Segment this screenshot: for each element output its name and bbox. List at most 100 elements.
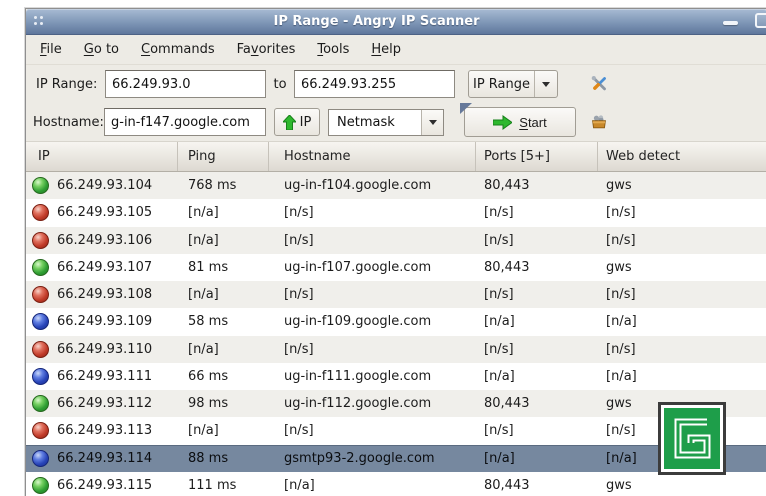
webdetect-cell: [n/s] [598, 205, 766, 220]
menu-item-tools[interactable]: Tools [309, 38, 357, 61]
table-row[interactable]: 66.249.93.114 88 ms gsmtp93-2.google.com… [26, 445, 766, 472]
webdetect-cell: [n/a] [598, 314, 766, 329]
webdetect-cell: gws [598, 260, 766, 275]
status-icon [32, 232, 49, 249]
ip-cell: 66.249.93.115 [57, 478, 152, 493]
webdetect-cell: [n/s] [598, 233, 766, 248]
start-arrow-icon [493, 115, 512, 130]
ports-cell: [n/s] [476, 342, 598, 357]
hostname-cell: gsmtp93-2.google.com [269, 451, 476, 466]
table-row[interactable]: 66.249.93.115 111 ms [n/a] 80,443 gws [26, 472, 766, 496]
status-icon [32, 422, 49, 439]
hostname-cell: [n/a] [269, 478, 476, 493]
hostname-cell: ug-in-f111.google.com [269, 369, 476, 384]
table-row[interactable]: 66.249.93.110 [n/a] [n/s] [n/s] [n/s] [26, 336, 766, 363]
ports-cell: [n/s] [476, 233, 598, 248]
status-icon [32, 341, 49, 358]
up-arrow-icon [283, 115, 296, 130]
status-icon [32, 368, 49, 385]
ping-cell: [n/a] [178, 205, 269, 220]
ip-cell: 66.249.93.114 [57, 451, 152, 466]
table-row[interactable]: 66.249.93.113 [n/a] [n/s] [n/s] [n/s] [26, 417, 766, 444]
table-row[interactable]: 66.249.93.107 81 ms ug-in-f107.google.co… [26, 254, 766, 281]
table-row[interactable]: 66.249.93.105 [n/a] [n/s] [n/s] [n/s] [26, 199, 766, 226]
toolbox-icon [590, 108, 608, 136]
ip-from-input[interactable] [105, 70, 266, 98]
feeder-selector-button[interactable]: IP Range [468, 70, 558, 98]
table-row[interactable]: 66.249.93.106 [n/a] [n/s] [n/s] [n/s] [26, 227, 766, 254]
ip-cell: 66.249.93.113 [57, 423, 152, 438]
hostname-cell: [n/s] [269, 423, 476, 438]
hostname-input[interactable] [104, 108, 266, 136]
start-button[interactable]: Start [464, 107, 576, 137]
hostname-cell: [n/s] [269, 342, 476, 357]
ip-range-label: IP Range: [36, 77, 105, 92]
ping-cell: 88 ms [178, 451, 269, 466]
titlebar[interactable]: IP Range - Angry IP Scanner [26, 9, 766, 35]
ping-cell: 66 ms [178, 369, 269, 384]
lookup-ip-button[interactable]: IP [274, 108, 320, 136]
status-icon [32, 450, 49, 467]
table-row[interactable]: 66.249.93.108 [n/a] [n/s] [n/s] [n/s] [26, 281, 766, 308]
menu-item-commands[interactable]: Commands [133, 38, 223, 61]
start-button-label: Start [519, 115, 546, 130]
table-row[interactable]: 66.249.93.111 66 ms ug-in-f111.google.co… [26, 363, 766, 390]
corner-flag-decoration [460, 103, 472, 114]
status-icon [32, 477, 49, 494]
ip-cell: 66.249.93.109 [57, 314, 152, 329]
ports-cell: 80,443 [476, 396, 598, 411]
ports-cell: [n/a] [476, 451, 598, 466]
status-icon [32, 259, 49, 276]
toolbar-row-1: IP Range: to IP Range [26, 65, 766, 103]
column-header-webdetect[interactable]: Web detect [598, 142, 766, 171]
ping-cell: 98 ms [178, 396, 269, 411]
crossed-tools-icon [590, 71, 608, 97]
window-title: IP Range - Angry IP Scanner [26, 9, 727, 34]
table-row[interactable]: 66.249.93.112 98 ms ug-in-f112.google.co… [26, 390, 766, 417]
table-row[interactable]: 66.249.93.104 768 ms ug-in-f104.google.c… [26, 172, 766, 199]
maximize-button[interactable] [755, 13, 766, 28]
column-header-ping[interactable]: Ping [178, 142, 269, 171]
ports-cell: [n/s] [476, 423, 598, 438]
fetchers-button[interactable] [584, 107, 614, 137]
menubar: File Go to Commands FavoritesTools Help [26, 35, 766, 65]
minimize-button[interactable] [723, 21, 738, 25]
status-icon [32, 313, 49, 330]
webdetect-cell: gws [598, 178, 766, 193]
netmask-combobox[interactable]: Netmask [328, 109, 444, 136]
feeder-dropdown-section[interactable] [534, 71, 557, 97]
status-icon [32, 395, 49, 412]
menu-item-go-to[interactable]: Go to [76, 38, 127, 61]
ports-cell: 80,443 [476, 178, 598, 193]
ping-cell: 768 ms [178, 178, 269, 193]
ip-to-input[interactable] [294, 70, 455, 98]
preferences-button[interactable] [584, 69, 614, 99]
column-header-hostname[interactable]: Hostname [269, 142, 476, 171]
feeder-selector-value: IP Range [469, 77, 534, 92]
hostname-cell: ug-in-f109.google.com [269, 314, 476, 329]
netmask-dropdown-button[interactable] [421, 110, 443, 135]
ports-cell: [n/s] [476, 287, 598, 302]
ports-cell: [n/a] [476, 369, 598, 384]
menu-item-help[interactable]: Help [363, 38, 409, 61]
column-header-ports[interactable]: Ports [5+] [476, 142, 598, 171]
lookup-ip-label: IP [300, 115, 312, 130]
ping-cell: 81 ms [178, 260, 269, 275]
hostname-cell: [n/s] [269, 287, 476, 302]
g-glyph [661, 405, 723, 472]
column-header-ip[interactable]: IP [26, 142, 178, 171]
angry-ip-scanner-window: IP Range - Angry IP Scanner File Go to Com… [25, 8, 766, 496]
ip-cell: 66.249.93.112 [57, 396, 152, 411]
result-rows: 66.249.93.104 768 ms ug-in-f104.google.c… [26, 172, 766, 496]
ping-cell: 111 ms [178, 478, 269, 493]
ping-cell: [n/a] [178, 233, 269, 248]
ports-cell: 80,443 [476, 478, 598, 493]
ports-cell: [n/a] [476, 314, 598, 329]
menu-item-favorites[interactable]: Favorites [229, 38, 304, 61]
menu-item-file[interactable]: File [32, 38, 70, 61]
ping-cell: [n/a] [178, 342, 269, 357]
status-icon [32, 204, 49, 221]
table-row[interactable]: 66.249.93.109 58 ms ug-in-f109.google.co… [26, 308, 766, 335]
hostname-cell: ug-in-f107.google.com [269, 260, 476, 275]
to-label: to [266, 77, 294, 92]
